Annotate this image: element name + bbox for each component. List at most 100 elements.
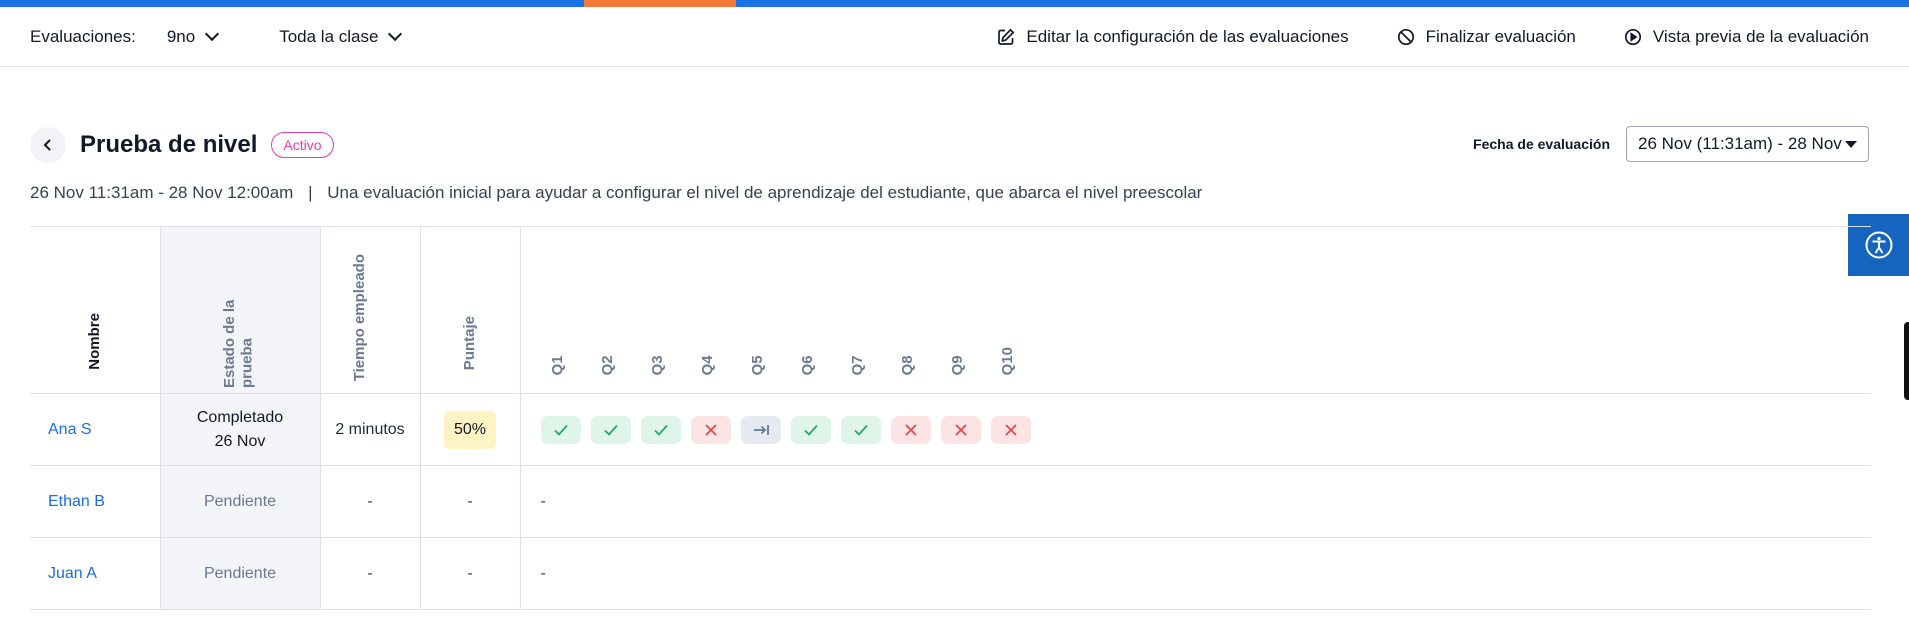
x-icon: [904, 423, 917, 436]
description-text: Una evaluación inicial para ayudar a con…: [327, 183, 1203, 202]
time-spent-cell: -: [320, 465, 421, 538]
evaluation-description: 26 Nov 11:31am - 28 Nov 12:00am | Una ev…: [30, 183, 1202, 203]
separator: |: [308, 183, 313, 202]
table-row: Ethan B Pendiente - - -: [30, 465, 1871, 538]
page-title: Prueba de nivel: [80, 131, 258, 158]
score-cell: 50%: [420, 393, 521, 466]
chevron-down-icon: [205, 26, 220, 42]
student-name-link[interactable]: Juan A: [30, 537, 160, 610]
class-select[interactable]: Toda la clase: [279, 26, 403, 47]
check-icon: [653, 424, 668, 436]
results-table: Nombre Estado de la prueba Tiempo emplea…: [30, 226, 1871, 610]
time-spent-cell: -: [320, 537, 421, 610]
student-name-link[interactable]: Ethan B: [30, 465, 160, 538]
answers-placeholder: -: [540, 492, 546, 510]
time-spent: 2 minutos: [335, 420, 405, 438]
answer-correct[interactable]: [790, 415, 831, 444]
active-tab-indicator: [584, 0, 736, 7]
finish-evaluation-label: Finalizar evaluación: [1425, 27, 1576, 46]
finish-evaluation-button[interactable]: Finalizar evaluación: [1397, 27, 1576, 47]
test-state-cell: Pendiente: [159, 537, 321, 610]
question-header: Q5: [741, 347, 791, 375]
test-state: Pendiente: [161, 562, 320, 585]
check-icon: [553, 424, 568, 436]
score-cell: -: [420, 465, 521, 538]
top-progress-strip: [0, 0, 1909, 7]
score-value: -: [467, 492, 473, 510]
question-header: Q6: [791, 347, 841, 375]
column-header-time-label: Tiempo empleado: [351, 254, 368, 382]
question-header: Q1: [541, 347, 591, 375]
question-header-label: Q8: [898, 354, 916, 375]
question-header: Q2: [591, 347, 641, 375]
score-value: -: [467, 564, 473, 582]
preview-evaluation-button[interactable]: Vista previa de la evaluación: [1624, 27, 1869, 47]
column-header-score-label: Puntaje: [461, 315, 479, 370]
question-header-label: Q6: [798, 354, 816, 375]
question-header: Q10: [991, 347, 1041, 375]
caret-down-icon: [1845, 140, 1857, 148]
answer-wrong[interactable]: [690, 415, 731, 444]
column-header-state-label: Estado de la prueba: [221, 299, 256, 388]
test-state-line2: 26 Nov: [214, 432, 266, 450]
answers-cell: -: [520, 465, 1871, 538]
question-header: Q4: [691, 347, 741, 375]
question-header-label: Q10: [998, 346, 1016, 375]
edit-settings-button[interactable]: Editar la configuración de las evaluacio…: [997, 27, 1349, 47]
column-header-name-label: Nombre: [86, 313, 104, 370]
evaluation-date-area: Fecha de evaluación 26 Nov (11:31am) - 2…: [1473, 126, 1869, 162]
student-name-link[interactable]: Ana S: [30, 393, 160, 466]
question-header: Q7: [841, 347, 891, 375]
date-select[interactable]: 26 Nov (11:31am) - 28 Nov: [1626, 126, 1869, 162]
column-header-score: Puntaje: [420, 226, 521, 394]
ban-icon: [1397, 28, 1414, 46]
answers-cell: [520, 393, 1872, 466]
question-header-label: Q9: [948, 354, 966, 375]
chevron-down-icon: [388, 26, 403, 42]
answer-wrong[interactable]: [890, 415, 931, 444]
test-state-cell: Completado 26 Nov: [159, 393, 321, 466]
column-header-time: Tiempo empleado: [320, 226, 421, 394]
answer-correct[interactable]: [840, 415, 881, 444]
page-header: Prueba de nivel Activo: [30, 127, 334, 163]
time-spent-cell: 2 minutos: [320, 393, 421, 466]
column-header-questions: Q1 Q2 Q3 Q4 Q5 Q6 Q7 Q8 Q9 Q10: [520, 226, 1872, 394]
grade-select-value: 9no: [166, 26, 196, 46]
column-header-name: Nombre: [30, 226, 160, 394]
status-badge: Activo: [271, 132, 334, 158]
check-icon: [853, 424, 868, 436]
test-state-line1: Completado: [196, 409, 284, 427]
answer-wrong[interactable]: [940, 415, 981, 444]
back-button[interactable]: [30, 127, 66, 163]
answers-cell: -: [520, 537, 1871, 610]
score-value: 50%: [443, 410, 497, 449]
answer-wrong[interactable]: [990, 415, 1031, 444]
toolbar: Evaluaciones: 9no Toda la clase Editar l…: [0, 7, 1909, 67]
answer-correct[interactable]: [640, 415, 681, 444]
question-header-label: Q1: [548, 354, 566, 375]
question-header: Q9: [941, 347, 991, 375]
check-icon: [603, 424, 618, 436]
x-icon: [954, 423, 967, 436]
date-range-text: 26 Nov 11:31am - 28 Nov 12:00am: [30, 183, 294, 202]
question-header-label: Q4: [698, 354, 716, 375]
score-cell: -: [420, 537, 521, 610]
test-state-line1: Pendiente: [203, 564, 277, 582]
answer-list: [540, 415, 1872, 444]
table-row: Juan A Pendiente - - -: [30, 537, 1871, 610]
preview-evaluation-label: Vista previa de la evaluación: [1652, 27, 1869, 46]
class-select-value: Toda la clase: [279, 26, 379, 46]
answer-correct[interactable]: [590, 415, 631, 444]
date-select-value: 26 Nov (11:31am) - 28 Nov: [1638, 134, 1842, 153]
question-header: Q8: [891, 347, 941, 375]
check-icon: [803, 424, 818, 436]
answer-correct[interactable]: [540, 415, 581, 444]
x-icon: [1004, 423, 1017, 436]
x-icon: [704, 423, 717, 436]
test-state: Completado 26 Nov: [161, 406, 320, 452]
answer-skipped[interactable]: [740, 415, 781, 444]
grade-select[interactable]: 9no: [166, 26, 220, 47]
evaluations-label: Evaluaciones:: [30, 26, 136, 46]
column-header-state: Estado de la prueba: [159, 226, 321, 394]
question-headers: Q1 Q2 Q3 Q4 Q5 Q6 Q7 Q8 Q9 Q10: [541, 347, 1872, 375]
